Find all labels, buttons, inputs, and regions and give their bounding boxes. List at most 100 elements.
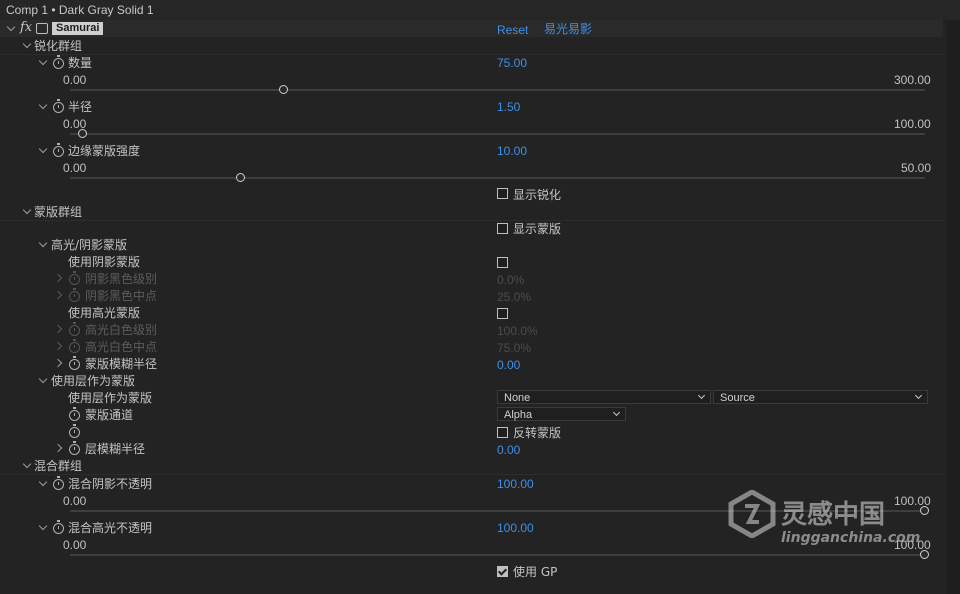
- show-mask-checkbox[interactable]: [497, 223, 508, 234]
- show-mask-label: 显示蒙版: [513, 222, 562, 236]
- param-value-shadow-opacity[interactable]: 100.00: [497, 477, 534, 491]
- group-label-sharpen: 锐化群组: [34, 39, 83, 53]
- chevron-right-icon: [53, 324, 63, 334]
- stopwatch-icon[interactable]: [69, 424, 80, 438]
- param-label-mask-blur: 蒙版模糊半径: [85, 357, 158, 371]
- group-row-blend[interactable]: [0, 457, 943, 475]
- stopwatch-icon[interactable]: [53, 476, 64, 490]
- stopwatch-icon[interactable]: [69, 441, 80, 455]
- param-label-shadow-black: 阴影黑色级别: [85, 272, 158, 286]
- show-sharpen-label: 显示锐化: [513, 188, 562, 202]
- group-label-mask: 蒙版群组: [34, 205, 83, 219]
- chevron-down-icon[interactable]: [38, 238, 48, 248]
- slider-track-amount[interactable]: [70, 89, 925, 91]
- stopwatch-icon[interactable]: [53, 55, 64, 69]
- slider-min-amount: 0.00: [63, 73, 87, 87]
- brand-link[interactable]: 易光易影: [544, 20, 592, 37]
- stopwatch-icon: [69, 288, 80, 302]
- slider-knob-edge-mask[interactable]: [236, 173, 245, 182]
- chevron-right-icon: [53, 273, 63, 283]
- param-value-edge-mask[interactable]: 10.00: [497, 144, 527, 158]
- fx-icon[interactable]: fx: [20, 20, 32, 35]
- group-label-blend: 混合群组: [34, 459, 83, 473]
- effect-controls-icon: [36, 23, 48, 34]
- chevron-down-icon: [612, 408, 621, 417]
- param-value-highlight-opacity[interactable]: 100.00: [497, 521, 534, 535]
- invert-mask-label: 反转蒙版: [513, 426, 562, 440]
- show-sharpen-checkbox[interactable]: [497, 188, 508, 199]
- source-select-value: Source: [720, 392, 755, 404]
- param-label-shadow-opacity: 混合阴影不透明: [68, 477, 153, 491]
- chevron-down-icon[interactable]: [38, 374, 48, 384]
- watermark-en: lingganchina.com: [781, 530, 921, 546]
- chevron-down-icon[interactable]: [38, 56, 48, 66]
- use-highlight-mask-checkbox[interactable]: [497, 308, 508, 319]
- mask-channel-select[interactable]: Alpha: [497, 407, 626, 421]
- chevron-down-icon[interactable]: [38, 144, 48, 154]
- effect-name[interactable]: Samurai: [52, 22, 104, 35]
- param-label-highlight-white: 高光白色级别: [85, 323, 158, 337]
- use-gp-checkbox[interactable]: [497, 566, 508, 577]
- param-label-layer-blur: 层模糊半径: [85, 442, 146, 456]
- stopwatch-icon[interactable]: [69, 356, 80, 370]
- slider-knob-amount[interactable]: [278, 85, 288, 94]
- slider-max-edge-mask: 50.00: [901, 161, 932, 175]
- source-select[interactable]: Source: [713, 390, 928, 404]
- subgroup-label-hl-shadow: 高光/阴影蒙版: [51, 238, 128, 252]
- chevron-down-icon[interactable]: [38, 521, 48, 531]
- use-shadow-mask-checkbox[interactable]: [497, 257, 508, 268]
- param-value-radius[interactable]: 1.50: [497, 100, 520, 114]
- subgroup-label-layer-mask: 使用层作为蒙版: [51, 374, 136, 388]
- chevron-down-icon[interactable]: [38, 100, 48, 110]
- param-label-highlight-mid: 高光白色中点: [85, 340, 158, 354]
- param-value-shadow-mid: 25.0%: [497, 290, 532, 304]
- param-value-layer-blur[interactable]: 0.00: [497, 443, 520, 457]
- stopwatch-icon[interactable]: [69, 407, 80, 421]
- param-value-highlight-white: 100.0%: [497, 324, 538, 338]
- use-shadow-mask-label: 使用阴影蒙版: [68, 255, 141, 269]
- watermark: 灵感中国 lingganchina.com: [727, 489, 920, 546]
- slider-track-edge-mask[interactable]: [70, 177, 925, 179]
- chevron-right-icon: [53, 341, 63, 351]
- param-label-amount: 数量: [68, 56, 93, 70]
- slider-knob-highlight-opacity[interactable]: [920, 550, 929, 559]
- slider-knob-radius[interactable]: [77, 129, 87, 138]
- invert-mask-checkbox[interactable]: [497, 427, 508, 438]
- chevron-down-icon[interactable]: [38, 477, 48, 487]
- chevron-right-icon[interactable]: [53, 358, 63, 368]
- reset-link[interactable]: Reset: [497, 23, 528, 37]
- param-label-radius: 半径: [68, 100, 93, 114]
- group-row-sharpen[interactable]: [0, 37, 943, 55]
- chevron-right-icon[interactable]: [53, 443, 63, 453]
- group-row-mask[interactable]: [0, 203, 943, 221]
- vertical-scrollbar[interactable]: [946, 20, 960, 594]
- stopwatch-icon[interactable]: [53, 99, 64, 113]
- stopwatch-icon: [69, 339, 80, 353]
- slider-knob-shadow-opacity[interactable]: [920, 506, 929, 515]
- mask-channel-value: Alpha: [504, 409, 533, 421]
- param-label-shadow-mid: 阴影黑色中点: [85, 289, 158, 303]
- param-value-shadow-black: 0.0%: [497, 273, 525, 287]
- slider-track-radius[interactable]: [70, 133, 925, 135]
- stopwatch-icon[interactable]: [53, 520, 64, 534]
- effect-header[interactable]: [0, 20, 943, 37]
- param-label-edge-mask: 边缘蒙版强度: [68, 144, 141, 158]
- panel-title-bar: Comp 1 • Dark Gray Solid 1: [0, 0, 960, 21]
- slider-max-radius: 100.00: [894, 117, 931, 131]
- slider-min-shadow-opacity: 0.00: [63, 494, 87, 508]
- stopwatch-icon: [69, 271, 80, 285]
- layer-select[interactable]: None: [497, 390, 711, 404]
- param-value-amount[interactable]: 75.00: [497, 56, 527, 70]
- use-highlight-mask-label: 使用高光蒙版: [68, 306, 141, 320]
- slider-min-edge-mask: 0.00: [63, 161, 87, 175]
- watermark-cn: 灵感中国: [781, 500, 886, 530]
- param-label-highlight-opacity: 混合高光不透明: [68, 521, 153, 535]
- slider-track-highlight-opacity[interactable]: [70, 554, 925, 556]
- param-value-highlight-mid: 75.0%: [497, 341, 532, 355]
- stopwatch-icon[interactable]: [53, 143, 64, 157]
- chevron-down-icon: [914, 391, 923, 400]
- param-value-mask-blur[interactable]: 0.00: [497, 358, 520, 372]
- chevron-down-icon: [697, 391, 706, 400]
- chevron-right-icon: [53, 290, 63, 300]
- slider-max-amount: 300.00: [894, 73, 931, 87]
